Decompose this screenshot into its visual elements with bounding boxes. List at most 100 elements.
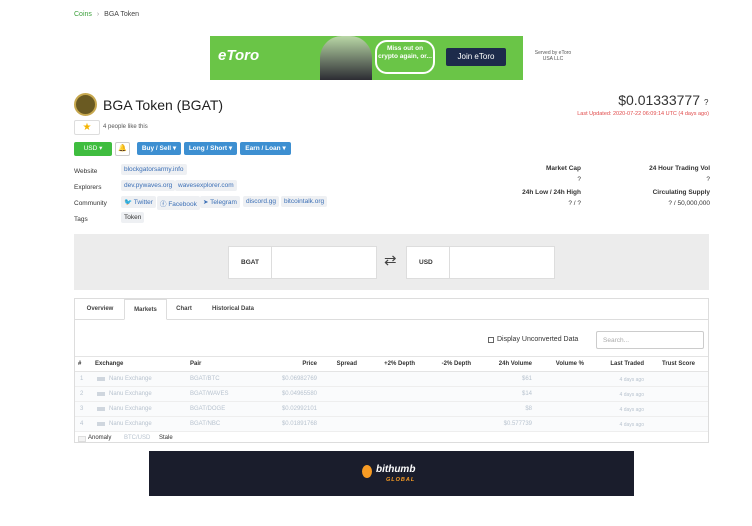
row-exchange[interactable]: Nanu Exchange — [109, 406, 152, 412]
table-row[interactable]: 1 Nanu Exchange BGAT/BTC $0.06982769 $61… — [75, 372, 708, 387]
facebook-label: Facebook — [168, 201, 197, 208]
row-rank: 4 — [80, 421, 84, 427]
legend-anomaly-swatch — [78, 436, 86, 442]
etoro-ad-person-image — [320, 36, 372, 80]
twitter-link[interactable]: 🐦 Twitter — [121, 196, 156, 208]
long-short-button[interactable]: Long / Short ▾ — [184, 142, 237, 155]
breadcrumb-coins-link[interactable]: Coins — [74, 11, 92, 18]
row-last-traded: 4 days ago — [619, 377, 644, 383]
row-last-traded: 4 days ago — [619, 407, 644, 413]
col-volume-percent[interactable]: Volume % — [535, 361, 584, 367]
col-price[interactable]: Price — [280, 361, 317, 367]
row-pair[interactable]: BGAT/NBC — [190, 421, 220, 427]
col-last-traded[interactable]: Last Traded — [590, 361, 644, 367]
table-row[interactable]: 3 Nanu Exchange BGAT/DOGE $0.02992101 $8… — [75, 402, 708, 417]
exchange-logo-icon — [97, 392, 105, 396]
community-label: Community — [74, 200, 107, 207]
legend-btc-usd: BTC/USD — [124, 435, 151, 441]
telegram-label: Telegram — [210, 199, 237, 206]
price-alert-bell-button[interactable]: 🔔 — [115, 142, 130, 156]
row-pair[interactable]: BGAT/WAVES — [190, 391, 229, 397]
row-volume: $61 — [521, 376, 532, 382]
row-pair[interactable]: BGAT/BTC — [190, 376, 220, 382]
markets-table-header: # Exchange Pair Price Spread +2% Depth -… — [75, 356, 708, 372]
row-rank: 1 — [80, 376, 84, 382]
converter-swap-icon[interactable]: ⇄ — [384, 251, 397, 269]
telegram-icon: ➤ — [203, 199, 209, 206]
facebook-icon: ⓕ — [160, 201, 167, 208]
row-exchange[interactable]: Nanu Exchange — [109, 391, 152, 397]
breadcrumb-current: BGA Token — [104, 11, 140, 18]
favorite-star-button[interactable]: ★ — [74, 120, 100, 135]
table-row[interactable]: 4 Nanu Exchange BGAT/NBC $0.01891768 $0.… — [75, 417, 708, 432]
col-24h-volume[interactable]: 24h Volume — [475, 361, 532, 367]
tab-overview[interactable]: Overview — [80, 299, 120, 319]
breadcrumb-separator: › — [96, 11, 100, 18]
market-cap-label: Market Cap — [545, 165, 581, 172]
exchange-logo-icon — [97, 422, 105, 426]
etoro-speech-bubble: Miss out on crypto again, or... — [375, 40, 435, 74]
etoro-ad-banner[interactable]: eToro Miss out on crypto again, or... Jo… — [210, 36, 523, 80]
bithumb-sub-text: GLOBAL — [386, 477, 416, 483]
tags-label: Tags — [74, 216, 88, 223]
earn-loan-button[interactable]: Earn / Loan ▾ — [240, 142, 291, 155]
tag-token[interactable]: Token — [121, 212, 145, 223]
coin-logo — [74, 93, 97, 116]
tab-chart[interactable]: Chart — [170, 299, 198, 319]
col-plus2-depth[interactable]: +2% Depth — [365, 361, 415, 367]
range-label: 24h Low / 24h High — [522, 189, 581, 196]
col-minus2-depth[interactable]: -2% Depth — [420, 361, 471, 367]
join-etoro-button[interactable]: Join eToro — [446, 48, 506, 66]
row-exchange[interactable]: Nanu Exchange — [109, 421, 152, 427]
price-help-icon[interactable]: ? — [704, 98, 708, 107]
etoro-logo: eToro — [218, 47, 260, 64]
row-exchange[interactable]: Nanu Exchange — [109, 376, 152, 382]
converter-to-label: USD — [419, 259, 433, 266]
col-pair[interactable]: Pair — [190, 361, 201, 367]
display-unconverted-checkbox[interactable] — [488, 337, 494, 343]
col-rank[interactable]: # — [78, 361, 81, 367]
telegram-link[interactable]: ➤ Telegram — [200, 196, 240, 208]
row-volume: $0.577739 — [503, 421, 532, 427]
currency-label: USD — [83, 145, 98, 152]
converter-from-group: BGAT — [228, 246, 377, 279]
col-spread[interactable]: Spread — [320, 361, 357, 367]
bithumb-ad-banner[interactable]: bithumb GLOBAL — [149, 451, 634, 496]
currency-dropdown[interactable]: USD ▾ — [74, 142, 112, 156]
converter-to-input[interactable] — [449, 247, 554, 278]
tab-bar: Overview Markets Chart Historical Data — [75, 299, 708, 320]
website-label: Website — [74, 168, 98, 175]
facebook-link[interactable]: ⓕ Facebook — [157, 196, 200, 210]
col-trust-score[interactable]: Trust Score — [650, 361, 695, 367]
discord-link[interactable]: discord.gg — [243, 196, 279, 207]
supply-value: ? / 50,000,000 — [668, 200, 710, 207]
range-value: ? / ? — [568, 200, 581, 207]
volume-value: ? — [706, 176, 710, 183]
row-volume: $8 — [525, 406, 532, 412]
explorer-link-pywaves[interactable]: dev.pywaves.org — [121, 180, 176, 191]
tab-markets[interactable]: Markets — [124, 299, 167, 320]
explorers-label: Explorers — [74, 184, 102, 191]
table-row[interactable]: 2 Nanu Exchange BGAT/WAVES $0.04965580 $… — [75, 387, 708, 402]
row-pair[interactable]: BGAT/DOGE — [190, 406, 225, 412]
earn-loan-label: Earn / Loan — [245, 145, 281, 152]
tab-historical-data[interactable]: Historical Data — [203, 299, 263, 319]
display-unconverted-label: Display Unconverted Data — [497, 336, 579, 343]
search-placeholder: Search... — [603, 337, 630, 344]
row-price: $0.04965580 — [281, 391, 317, 397]
bithumb-logo-icon — [362, 465, 372, 478]
bitcointalk-link[interactable]: bitcointalk.org — [281, 196, 328, 207]
twitter-icon: 🐦 — [124, 199, 133, 206]
exchange-logo-icon — [97, 407, 105, 411]
converter-from-input[interactable] — [271, 247, 376, 278]
converter-to-group: USD — [406, 246, 555, 279]
row-last-traded: 4 days ago — [619, 422, 644, 428]
explorer-link-wavesexplorer[interactable]: wavesexplorer.com — [175, 180, 237, 191]
row-rank: 3 — [80, 406, 84, 412]
website-link[interactable]: blockgatorsarmy.info — [121, 164, 187, 175]
legend-anomaly: Anomaly — [88, 435, 112, 441]
long-short-label: Long / Short — [188, 145, 228, 152]
col-exchange[interactable]: Exchange — [95, 361, 123, 367]
buy-sell-button[interactable]: Buy / Sell ▾ — [137, 142, 181, 155]
markets-search-input[interactable]: Search... — [596, 331, 704, 349]
